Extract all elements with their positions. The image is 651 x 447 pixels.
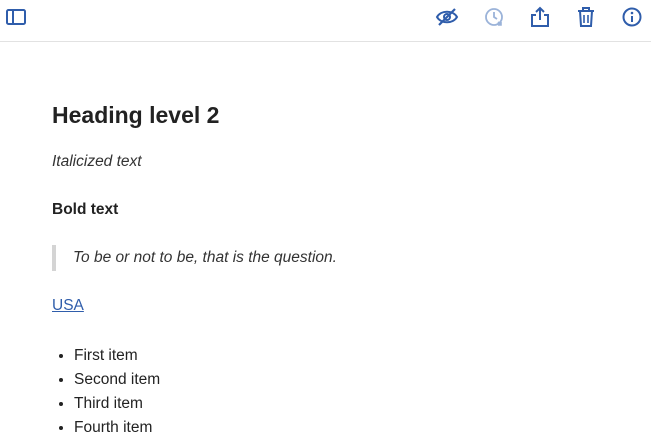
eye-slash-icon (435, 8, 459, 26)
sidebar-toggle-button[interactable] (3, 4, 29, 30)
sidebar-toggle-icon (6, 9, 26, 25)
share-button[interactable] (527, 4, 553, 30)
delete-button[interactable] (573, 4, 599, 30)
document-heading: Heading level 2 (52, 102, 220, 128)
history-icon (485, 8, 503, 26)
info-icon (622, 7, 642, 27)
trash-icon (578, 7, 594, 27)
list-item: Fourth item (74, 416, 160, 440)
list-item: First item (74, 344, 160, 368)
bold-text: Bold text (52, 201, 119, 218)
list-item: Second item (74, 368, 160, 392)
toolbar (0, 0, 651, 42)
history-button[interactable] (481, 4, 507, 30)
list-item: Third item (74, 392, 160, 416)
share-icon (531, 6, 549, 27)
hide-button[interactable] (434, 4, 460, 30)
bullet-list: First item Second item Third item Fourth… (52, 344, 160, 440)
usa-link[interactable]: USA (52, 297, 84, 315)
italic-text: Italicized text (52, 153, 142, 170)
blockquote: To be or not to be, that is the question… (52, 245, 337, 271)
info-button[interactable] (619, 4, 645, 30)
